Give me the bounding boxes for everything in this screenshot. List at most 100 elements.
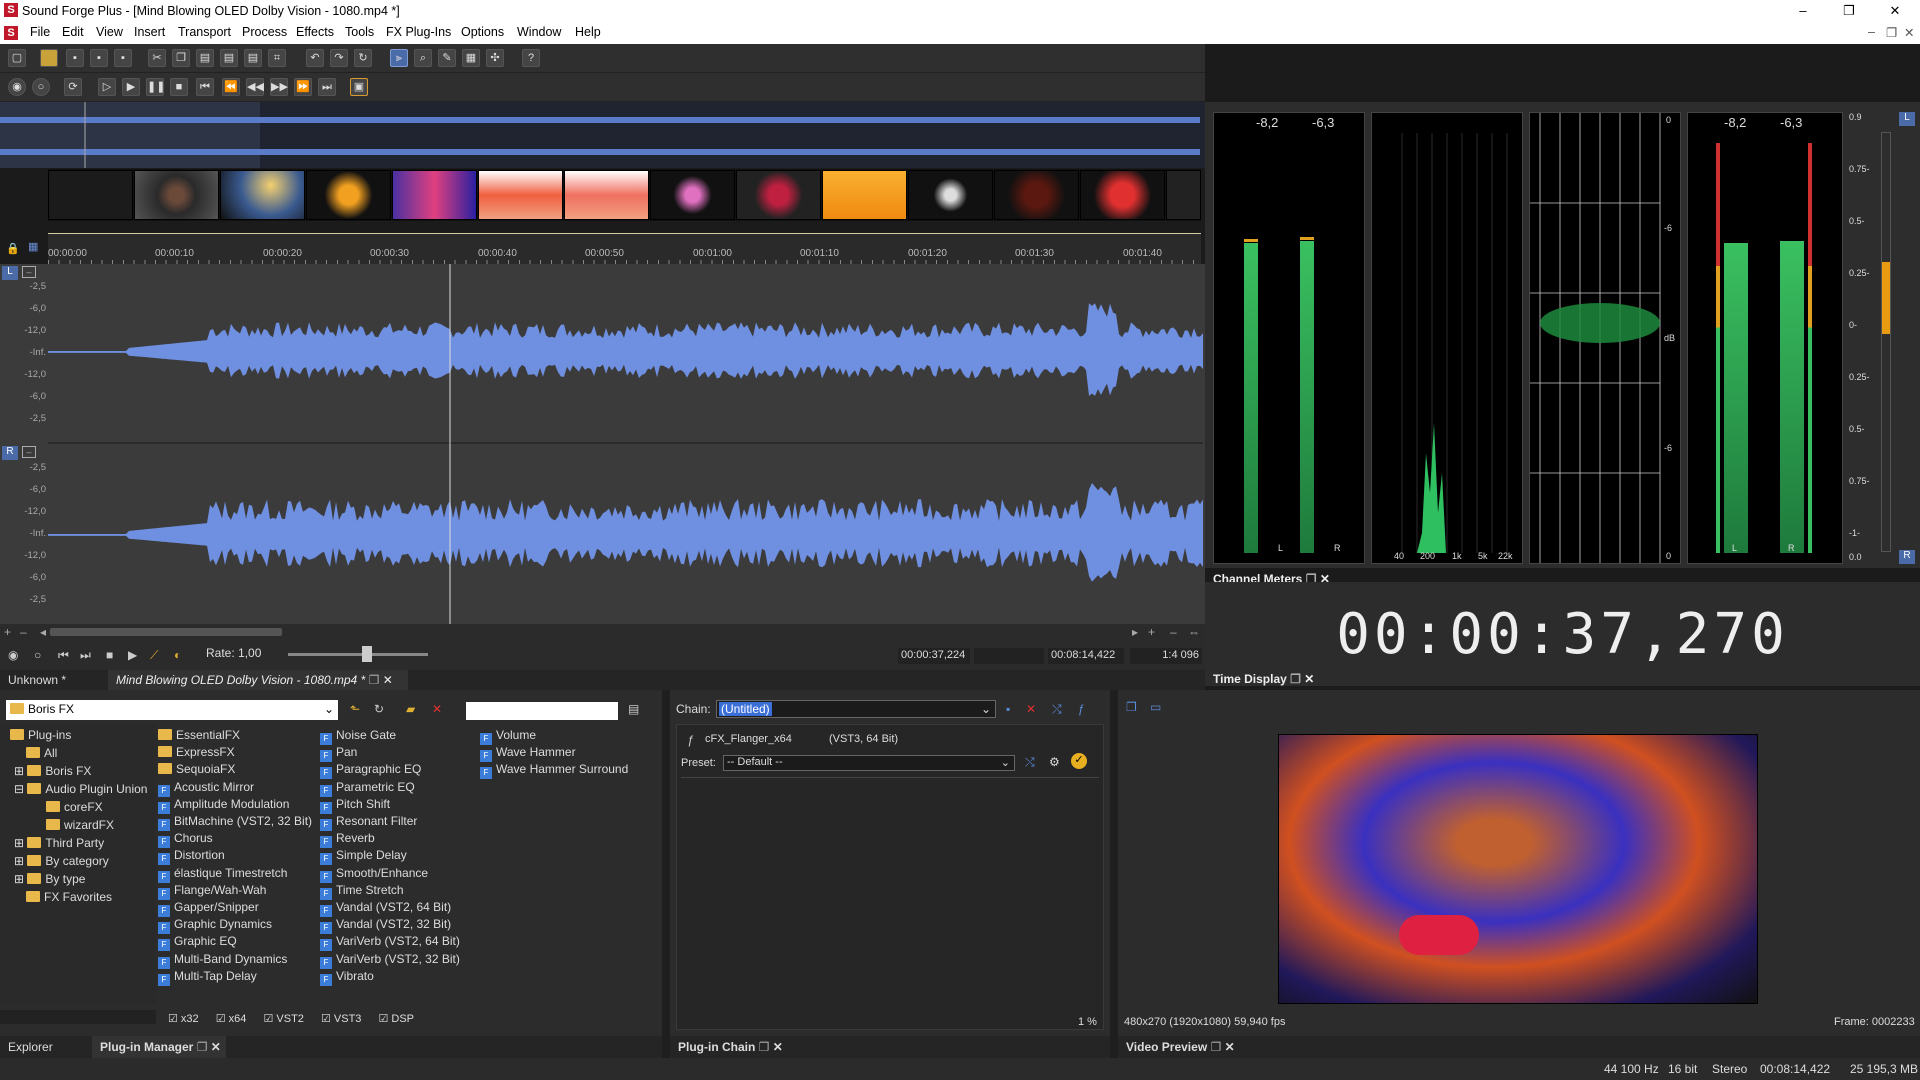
save-as-icon[interactable]: ▪ <box>90 49 108 67</box>
channel-left-minimize[interactable]: – <box>22 266 36 278</box>
plugin-list-item[interactable]: F Wave Hammer <box>480 745 576 763</box>
record-icon[interactable]: ◉ <box>8 78 26 96</box>
paste-icon[interactable]: ▤ <box>196 49 214 67</box>
gear-icon[interactable]: ⚙ <box>1049 755 1060 769</box>
time-display-tab[interactable]: Time Display ❐ ✕ <box>1213 670 1314 688</box>
scroll-left-icon[interactable]: ◂ <box>40 625 46 639</box>
waveform-area[interactable]: L – R – -2,5 -6,0 -12,0 -Inf. -12,0 -6,0… <box>0 264 1205 624</box>
menu-insert[interactable]: Insert <box>134 25 165 39</box>
plugin-list-item[interactable]: F Time Stretch <box>320 883 404 900</box>
doc-tab-float-icon[interactable]: ❐ <box>369 673 380 687</box>
tree-item[interactable]: FX Favorites <box>26 890 112 904</box>
channel-left-button[interactable]: L <box>2 266 18 280</box>
tree-item[interactable]: ⊞ Third Party <box>14 836 104 850</box>
open-folder-icon[interactable] <box>40 49 58 67</box>
overview-bar[interactable] <box>0 102 1205 168</box>
doc-minimize-button[interactable]: – <box>1868 25 1875 39</box>
go-to-start-icon[interactable]: ⏮ <box>58 648 69 663</box>
menu-tools[interactable]: Tools <box>345 25 374 39</box>
folder-up-icon[interactable]: ⬑ <box>350 702 360 716</box>
doc-icon[interactable]: S <box>4 26 18 40</box>
monitor-icon[interactable]: ▭ <box>1150 700 1161 714</box>
mix-icon[interactable]: ▤ <box>220 49 238 67</box>
chain-combo[interactable]: (Untitled) ⌄ <box>716 700 996 718</box>
tree-item[interactable]: coreFX <box>46 800 103 814</box>
rate-slider-thumb[interactable] <box>362 646 372 662</box>
plugin-folder-combo[interactable]: Boris FX ⌄ <box>6 700 338 720</box>
copy-icon[interactable]: ❐ <box>172 49 190 67</box>
plugin-list-item[interactable]: F Vandal (VST2, 64 Bit) <box>320 900 451 917</box>
grid-icon[interactable]: ▦ <box>28 240 38 253</box>
plugin-list-item[interactable]: F VariVerb (VST2, 64 Bit) <box>320 934 460 952</box>
add-fx-icon[interactable]: ƒ <box>1078 702 1085 716</box>
plugin-list-item[interactable]: F Multi-Band Dynamics <box>158 952 287 969</box>
plugin-chain-tab[interactable]: Plug-in Chain ❐ ✕ <box>670 1036 794 1058</box>
channel-right-button[interactable]: R <box>2 446 18 460</box>
check-dsp[interactable]: ☑ DSP <box>378 1013 414 1025</box>
chain-plugin-name[interactable]: cFX_Flanger_x64 <box>705 733 792 745</box>
delete-icon[interactable]: ✕ <box>432 702 442 716</box>
close-icon[interactable]: ✕ <box>1304 672 1314 686</box>
edit-tool-icon[interactable]: ⫸ <box>390 49 408 67</box>
meter-right-toggle[interactable]: R <box>1899 550 1915 564</box>
record-icon[interactable]: ◉ <box>8 648 18 662</box>
menu-options[interactable]: Options <box>461 25 504 39</box>
bypass-icon[interactable]: ✓ <box>1071 753 1087 769</box>
redo-icon[interactable]: ↷ <box>330 49 348 67</box>
rate-slider[interactable] <box>288 653 428 656</box>
plugin-search-input[interactable] <box>466 702 618 720</box>
plugin-list-item[interactable]: F Vibrato <box>320 969 374 986</box>
zoom-fit-icon[interactable]: ⇔ <box>1188 625 1200 639</box>
menu-transport[interactable]: Transport <box>178 25 231 39</box>
tree-item[interactable]: Plug-ins <box>10 728 71 742</box>
play-icon[interactable]: ▶ <box>128 648 137 662</box>
plugin-list-item[interactable]: F Noise Gate <box>320 728 396 745</box>
plugin-list-item[interactable]: F Graphic Dynamics <box>158 917 272 935</box>
explorer-tab[interactable]: Explorer <box>8 1040 53 1054</box>
magnify-tool-icon[interactable]: ⌕ <box>414 49 432 67</box>
menu-window[interactable]: Window <box>517 25 561 39</box>
tree-item[interactable]: ⊞ By type <box>14 872 85 886</box>
plugin-list-item[interactable]: F Chorus <box>158 831 213 849</box>
float-icon[interactable]: ❐ <box>197 1040 208 1054</box>
event-tool-icon[interactable]: ▦ <box>462 49 480 67</box>
minimize-button[interactable]: – <box>1780 0 1826 22</box>
check-vst2[interactable]: ☑ VST2 <box>263 1013 303 1025</box>
tree-scrollbar[interactable] <box>0 1010 156 1024</box>
video-thumbnail-strip[interactable] <box>48 169 1201 221</box>
new-file-icon[interactable]: ▢ <box>8 49 26 67</box>
loop-icon[interactable]: ⟳ <box>64 78 82 96</box>
close-icon[interactable]: ✕ <box>211 1040 221 1054</box>
plugin-list-item[interactable]: F Gapper/Snipper <box>158 900 259 917</box>
undo-icon[interactable]: ↶ <box>306 49 324 67</box>
stop-icon[interactable]: ■ <box>170 78 188 96</box>
save-icon[interactable]: ▪ <box>66 49 84 67</box>
tree-item[interactable]: ⊞ By category <box>14 854 109 868</box>
plugin-list-item[interactable]: F Volume <box>480 728 536 745</box>
close-button[interactable]: ✕ <box>1872 0 1918 22</box>
doc-tab[interactable]: Mind Blowing OLED Dolby Vision - 1080.mp… <box>108 670 408 690</box>
previous-icon[interactable]: ⏪ <box>222 78 240 96</box>
plugin-list-item[interactable]: F Amplitude Modulation <box>158 797 289 814</box>
zoom-minus2-icon[interactable]: – <box>1170 625 1177 639</box>
float-icon[interactable]: ❐ <box>1290 672 1301 686</box>
scrub-icon[interactable]: ⟋ <box>150 648 158 663</box>
scroll-right-icon[interactable]: ▸ <box>1132 625 1138 639</box>
playback-mode-icon[interactable]: ◐ <box>174 648 181 662</box>
plugin-list-item[interactable]: EssentialFX <box>158 728 240 742</box>
menu-effects[interactable]: Effects <box>296 25 334 39</box>
tree-item[interactable]: ⊞ Boris FX <box>14 764 91 778</box>
video-preview-tab[interactable]: Video Preview ❐ ✕ <box>1118 1036 1246 1058</box>
plugin-list-item[interactable]: F Multi-Tap Delay <box>158 969 257 986</box>
go-to-start-icon[interactable]: ⏮ <box>196 78 214 96</box>
menu-file[interactable]: File <box>30 25 50 39</box>
menu-fx-plugins[interactable]: FX Plug-Ins <box>386 25 451 39</box>
plugin-list-item[interactable]: F Resonant Filter <box>320 814 417 831</box>
rewind-icon[interactable]: ◀◀ <box>246 78 264 96</box>
preset-save-icon[interactable]: ⤭ <box>1025 755 1035 770</box>
selection-length[interactable] <box>974 648 1044 664</box>
doc-close-button[interactable]: ✕ <box>1904 25 1914 40</box>
plugin-list-item[interactable]: F Parametric EQ <box>320 780 415 797</box>
zoom-out-icon[interactable]: + <box>4 625 11 639</box>
cut-icon[interactable]: ✂ <box>148 49 166 67</box>
